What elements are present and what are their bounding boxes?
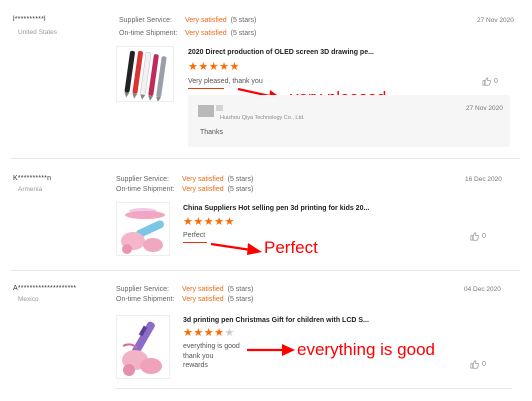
seller-name: Huizhou Qiya Technology Co., Ltd. [220,115,305,121]
product-title-link[interactable]: 3d printing pen Christmas Gift for child… [183,317,369,324]
text-underline [188,88,224,89]
supplier-service-label: Supplier Service: [119,17,172,24]
supplier-service-stars: (5 stars) [230,17,257,24]
text-underline [183,242,207,243]
review-text: everything is good thank you rewards [183,342,240,371]
stars-filled: ★★★★ [183,327,225,339]
product-thumbnail[interactable] [116,315,170,379]
ontime-shipment-label: On-time Shipment: [116,296,175,303]
reply-text: Thanks [200,129,223,136]
review-text-line: everything is good [183,343,240,350]
product-thumbnail[interactable] [116,46,174,102]
supplier-service-row: Supplier Service: Very satisfied (5 stars) [119,17,256,24]
rating-stars: ★★★★★ [188,61,240,73]
ontime-shipment-stars: (5 stars) [230,30,257,37]
supplier-service-stars: (5 stars) [227,176,254,183]
buyer-name: A******************** [13,285,77,292]
buyer-country: Mexico [18,296,39,303]
thumbs-up-icon [470,360,479,369]
ontime-shipment-row: On-time Shipment: Very satisfied (5 stars) [116,186,253,193]
review-date: 04 Dec 2020 [464,286,501,293]
review-text: Perfect [183,232,206,239]
rating-stars: ★★★★★ [183,216,235,228]
ontime-shipment-row: On-time Shipment: Very satisfied (5 stars) [116,296,253,303]
ontime-shipment-stars: (5 stars) [227,186,254,193]
ontime-shipment-label: On-time Shipment: [119,30,178,37]
buyer-name: K**********n [13,175,52,182]
product-thumbnail[interactable] [116,202,170,256]
ontime-shipment-value: Very satisfied [182,296,224,303]
review-item: K**********n Armenia Supplier Service: Ve… [0,158,532,270]
like-button[interactable]: 0 [482,77,498,86]
reply-date: 27 Nov 2020 [466,105,503,112]
like-count: 0 [482,233,486,240]
review-text-line: thank you [183,352,214,360]
review-text-line: rewards [183,362,208,369]
review-date: 16 Dec 2020 [465,176,502,183]
ontime-shipment-value: Very satisfied [185,30,227,37]
supplier-service-stars: (5 stars) [227,286,254,293]
supplier-service-label: Supplier Service: [116,286,169,293]
buyer-country: United States [18,29,58,36]
like-button[interactable]: 0 [470,232,486,241]
seller-logo [198,105,214,117]
like-count: 0 [494,78,498,85]
review-item: A******************** Mexico Supplier Se… [0,270,532,401]
supplier-service-row: Supplier Service: Very satisfied (5 stars) [116,286,253,293]
product-title-link[interactable]: 2020 Direct production of OLED screen 3D… [188,49,374,56]
annotation-arrow-icon [247,344,295,356]
divider [116,388,512,389]
supplier-service-value: Very satisfied [182,176,224,183]
ontime-shipment-label: On-time Shipment: [116,186,175,193]
annotation-label: everything is good [297,340,435,359]
supplier-service-value: Very satisfied [185,17,227,24]
supplier-service-label: Supplier Service: [116,176,169,183]
christmas-pen-image-icon [122,321,162,376]
thumbs-up-icon [470,232,479,241]
annotation-arrow-icon [210,242,262,255]
annotation-label: Perfect [264,238,318,257]
ontime-shipment-stars: (5 stars) [227,296,254,303]
pens-image-icon [124,50,167,101]
supplier-service-value: Very satisfied [182,286,224,293]
seller-reply: Huizhou Qiya Technology Co., Ltd. 27 Nov… [188,95,510,147]
thumbs-up-icon [482,77,491,86]
supplier-service-row: Supplier Service: Very satisfied (5 stars) [116,176,253,183]
stars-empty: ★ [224,327,235,339]
like-button[interactable]: 0 [470,360,486,369]
review-date: 27 Nov 2020 [477,17,514,24]
seller-logo-blur [216,105,223,111]
buyer-country: Armenia [18,186,43,193]
product-title-link[interactable]: China Suppliers Hot selling pen 3d print… [183,205,369,212]
kids-pen-image-icon [121,208,165,254]
buyer-name: l**********l [13,16,46,23]
like-count: 0 [482,361,486,368]
ontime-shipment-row: On-time Shipment: Very satisfied (5 stars) [119,30,256,37]
rating-stars: ★★★★★ [183,328,235,339]
ontime-shipment-value: Very satisfied [182,186,224,193]
review-item: l**********l United States Supplier Serv… [0,0,532,158]
